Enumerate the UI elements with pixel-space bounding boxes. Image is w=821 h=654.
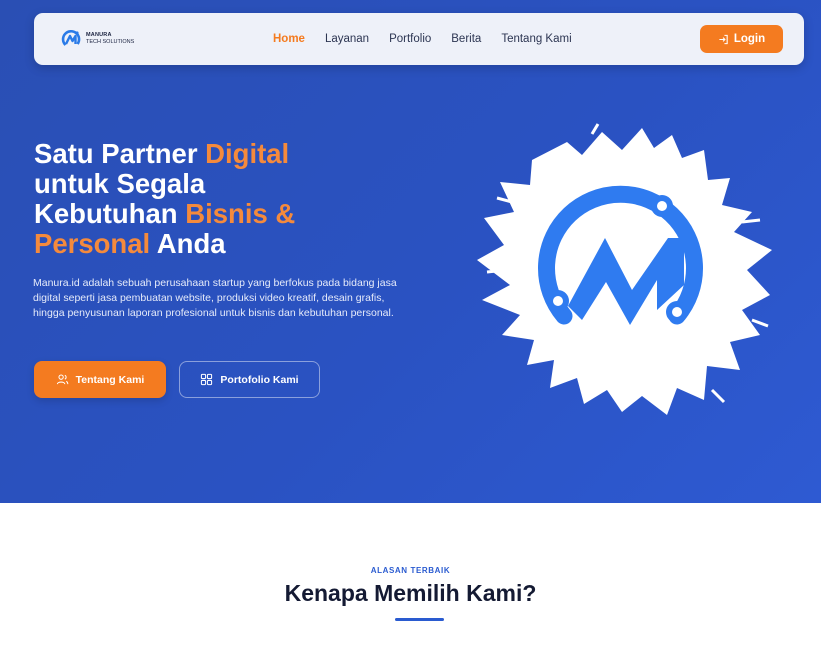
navbar: MANURA TECH SOLUTIONS Home Layanan Portf…: [34, 13, 804, 65]
nav-link-berita[interactable]: Berita: [451, 33, 481, 45]
hero-logo-illustration: [477, 123, 772, 415]
tentang-kami-button[interactable]: Tentang Kami: [34, 361, 166, 398]
brand-subtitle: TECH SOLUTIONS: [86, 38, 135, 45]
hero-title-highlight: Bisnis &: [185, 198, 296, 229]
nav-link-home[interactable]: Home: [273, 33, 305, 45]
section-eyebrow: ALASAN TERBAIK: [370, 566, 451, 575]
hero-section: MANURA TECH SOLUTIONS Home Layanan Portf…: [0, 0, 821, 503]
hero-title: Satu Partner Digital untuk Segala Kebutu…: [34, 139, 414, 259]
hero-title-highlight: Personal: [34, 228, 151, 259]
users-icon: [56, 374, 68, 385]
nav-link-portfolio[interactable]: Portfolio: [389, 33, 431, 45]
login-icon: [719, 34, 728, 44]
portofolio-kami-button[interactable]: Portofolio Kami: [179, 361, 320, 398]
login-button[interactable]: Login: [700, 25, 783, 53]
logo-node-top-inner: [657, 201, 667, 211]
logo-node-right-inner: [672, 307, 682, 317]
hero-title-part: Satu Partner: [34, 138, 206, 169]
grid-icon: [201, 373, 213, 386]
section-underline: [395, 618, 444, 621]
nav-link-tentang-kami[interactable]: Tentang Kami: [501, 33, 571, 45]
hero-title-part: Anda: [150, 228, 226, 259]
hero-description: Manura.id adalah sebuah perusahaan start…: [33, 277, 397, 319]
hero-title-highlight: Digital: [205, 138, 290, 169]
section-title: Kenapa Memilih Kami?: [284, 580, 537, 606]
nav-link-layanan[interactable]: Layanan: [325, 33, 369, 45]
nav-menu: Home Layanan Portfolio Berita Tentang Ka…: [273, 13, 592, 65]
logo-node-left-inner: [553, 296, 563, 306]
hero-title-part: Kebutuhan: [34, 198, 186, 229]
brush-splash-shape: [477, 128, 772, 415]
hero-title-part: untuk Segala: [34, 168, 206, 199]
portofolio-kami-label: Portofolio Kami: [220, 373, 299, 386]
brand-logo[interactable]: MANURA TECH SOLUTIONS: [60, 28, 144, 50]
tentang-kami-label: Tentang Kami: [75, 373, 145, 386]
manura-logo-icon: [61, 29, 81, 46]
login-label: Login: [733, 33, 766, 45]
brand-name: MANURA: [86, 32, 112, 38]
